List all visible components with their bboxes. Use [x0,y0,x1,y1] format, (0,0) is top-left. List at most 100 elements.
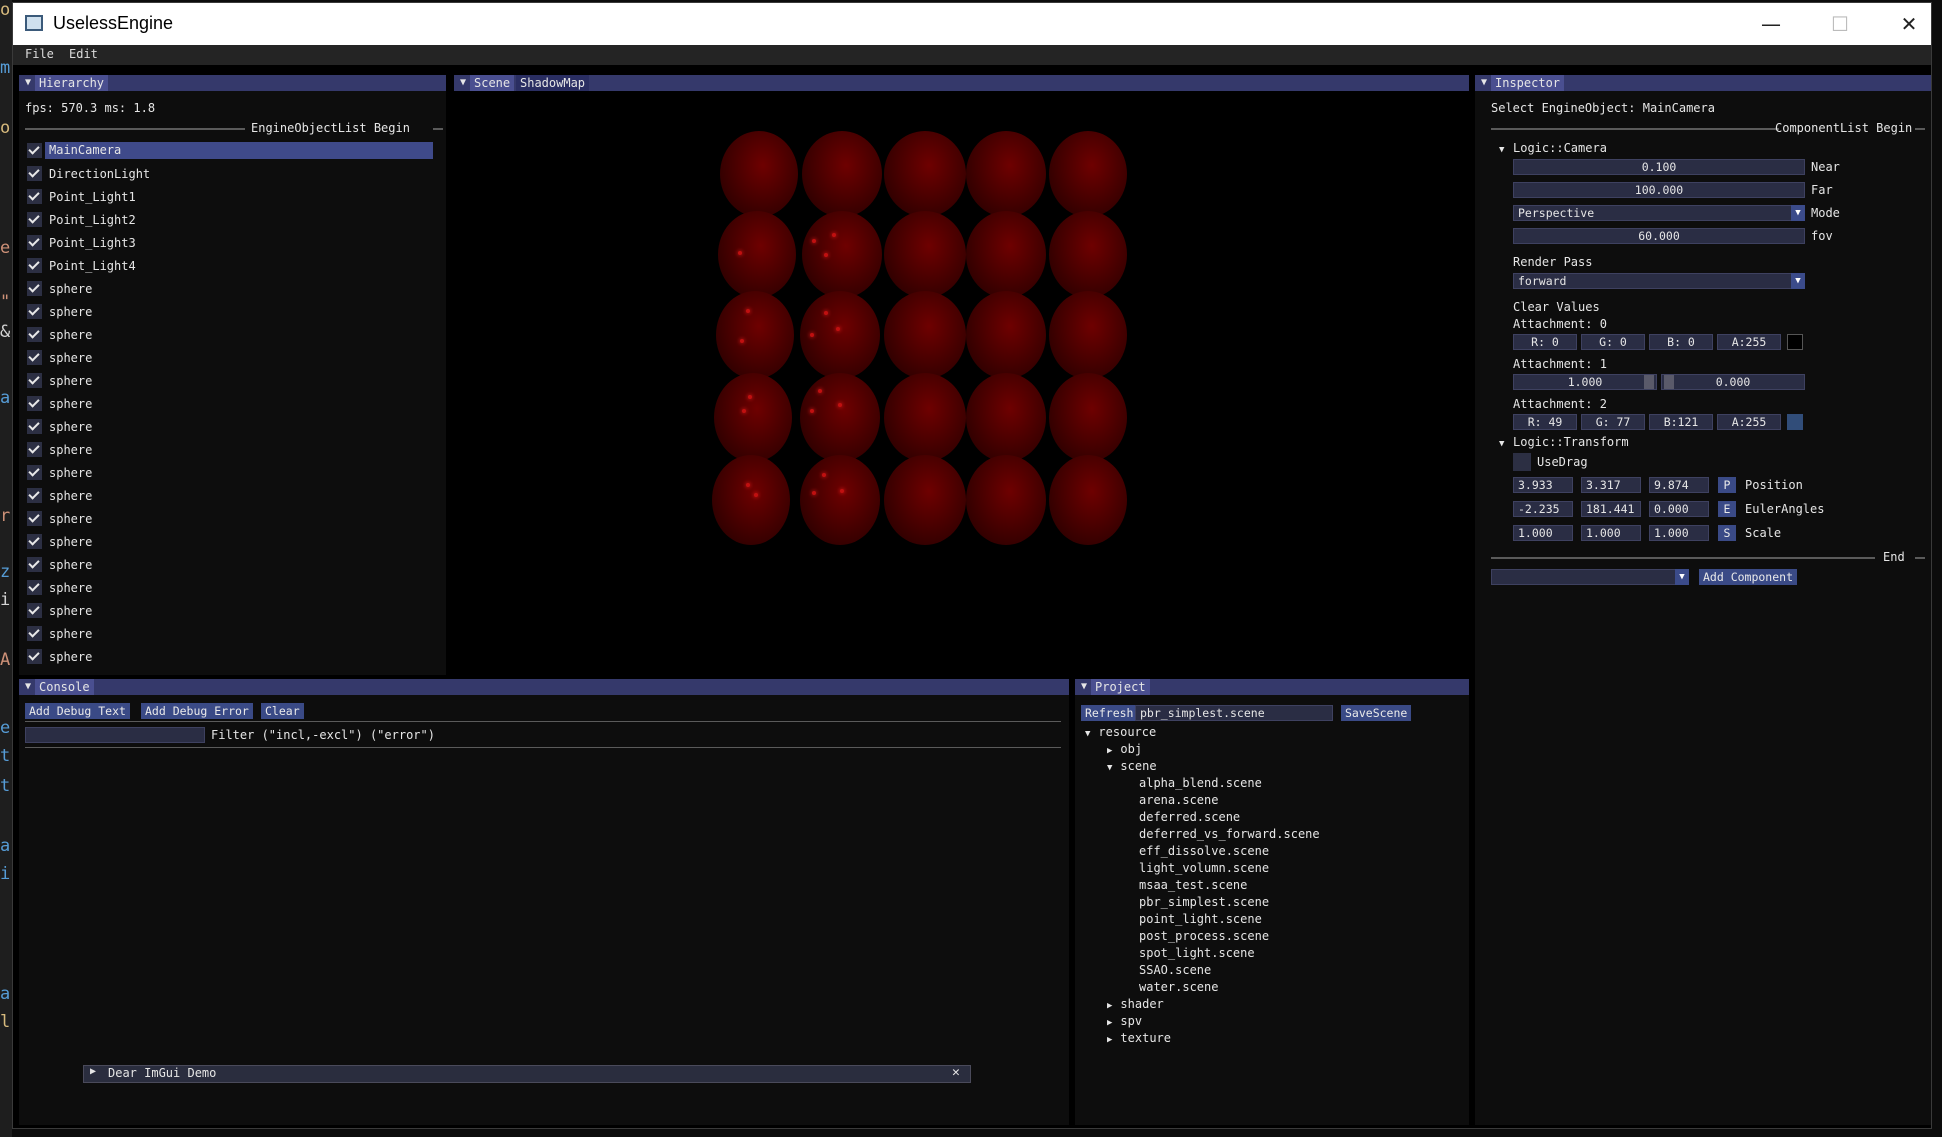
attachment-0-color-swatch[interactable] [1787,334,1803,350]
tree-folder[interactable]: ▶ shader [1107,997,1164,1011]
tree-file[interactable]: arena.scene [1139,793,1218,807]
menu-file[interactable]: File [25,47,54,61]
position-z[interactable]: 9.874 [1649,477,1709,493]
save-scene-button[interactable]: SaveScene [1341,705,1412,721]
tree-file[interactable]: msaa_test.scene [1139,878,1247,892]
transform-collapse-arrow-icon[interactable]: ▼ [1499,439,1504,449]
chevron-down-icon[interactable]: ▼ [1675,569,1689,585]
collapse-arrow-icon[interactable]: ▼ [1081,679,1087,695]
tree-file[interactable]: eff_dissolve.scene [1139,844,1269,858]
visibility-checkbox[interactable] [27,258,42,273]
position-y[interactable]: 3.317 [1581,477,1641,493]
euler-y[interactable]: 181.441 [1581,501,1641,517]
tree-file[interactable]: spot_light.scene [1139,946,1255,960]
fov-input[interactable]: 60.000 [1513,228,1805,244]
collapse-arrow-icon[interactable]: ▼ [25,679,31,695]
visibility-checkbox[interactable] [27,350,42,365]
tree-file[interactable]: water.scene [1139,980,1218,994]
slider-grab[interactable] [1664,375,1674,389]
scale-z[interactable]: 1.000 [1649,525,1709,541]
hierarchy-item[interactable]: sphere [25,348,437,368]
hierarchy-item[interactable]: sphere [25,371,437,391]
visibility-checkbox[interactable] [27,511,42,526]
collapse-arrow-icon[interactable]: ▼ [460,75,466,91]
slider-grab[interactable] [1644,375,1654,389]
hierarchy-item[interactable]: Point_Light4 [25,256,437,276]
euler-drag-button[interactable]: E [1718,501,1736,517]
hierarchy-item[interactable]: sphere [25,279,437,299]
scene-viewport[interactable] [460,93,1469,675]
scale-drag-button[interactable]: S [1718,525,1736,541]
close-icon[interactable]: ✕ [1879,3,1939,45]
visibility-checkbox[interactable] [27,557,42,572]
hierarchy-item[interactable]: DirectionLight [25,164,437,184]
scene-name-input[interactable]: pbr_simplest.scene [1135,705,1333,721]
clear-button[interactable]: Clear [261,703,304,719]
euler-z[interactable]: 0.000 [1649,501,1709,517]
chevron-down-icon[interactable]: ▼ [1791,205,1805,221]
visibility-checkbox[interactable] [27,442,42,457]
tree-folder-scene[interactable]: ▼ scene [1107,759,1157,773]
visibility-checkbox[interactable] [27,488,42,503]
maximize-icon[interactable]: ☐ [1810,3,1870,45]
chevron-down-icon[interactable]: ▼ [1107,763,1112,773]
hierarchy-item[interactable]: sphere [25,394,437,414]
add-debug-text-button[interactable]: Add Debug Text [25,703,130,719]
hierarchy-item[interactable]: Point_Light2 [25,210,437,230]
tree-file[interactable]: light_volumn.scene [1139,861,1269,875]
attachment-1-stencil[interactable]: 0.000 [1661,374,1805,390]
position-drag-button[interactable]: P [1718,477,1736,493]
visibility-checkbox[interactable] [27,580,42,595]
hierarchy-item[interactable]: Point_Light3 [25,233,437,253]
visibility-checkbox[interactable] [27,166,42,181]
attachment-0-a[interactable]: A:255 [1717,334,1781,350]
hierarchy-item[interactable]: sphere [25,532,437,552]
tree-folder-resource[interactable]: ▼ resource [1085,725,1156,739]
transform-component-header[interactable]: Logic::Transform [1513,435,1629,449]
hierarchy-item[interactable]: sphere [25,486,437,506]
scale-x[interactable]: 1.000 [1513,525,1573,541]
component-type-select[interactable] [1491,569,1689,585]
attachment-2-a[interactable]: A:255 [1717,414,1781,430]
tree-file[interactable]: point_light.scene [1139,912,1262,926]
collapse-arrow-icon[interactable]: ▼ [1481,75,1487,91]
attachment-0-r[interactable]: R: 0 [1513,334,1577,350]
hierarchy-title-bar[interactable]: ▼ Hierarchy [19,75,446,91]
euler-x[interactable]: -2.235 [1513,501,1573,517]
visibility-checkbox[interactable] [27,212,42,227]
far-input[interactable]: 100.000 [1513,182,1805,198]
visibility-checkbox[interactable] [27,465,42,480]
chevron-right-icon[interactable]: ▶ [1107,1035,1112,1045]
minimize-icon[interactable]: — [1741,3,1801,45]
inspector-title-bar[interactable]: ▼ Inspector [1475,75,1931,91]
hierarchy-item[interactable]: sphere [25,509,437,529]
tree-folder[interactable]: ▶ texture [1107,1031,1171,1045]
hierarchy-item[interactable]: sphere [25,578,437,598]
visibility-checkbox[interactable] [27,327,42,342]
hierarchy-item[interactable]: sphere [25,440,437,460]
position-x[interactable]: 3.933 [1513,477,1573,493]
render-pass-select[interactable]: forward [1513,273,1805,289]
tree-folder[interactable]: ▶ obj [1107,742,1142,756]
hierarchy-item[interactable]: sphere [25,463,437,483]
demo-window-title-bar[interactable]: ▶ Dear ImGui Demo ✕ [83,1065,971,1083]
menu-edit[interactable]: Edit [69,47,98,61]
scale-y[interactable]: 1.000 [1581,525,1641,541]
attachment-2-b[interactable]: B:121 [1649,414,1713,430]
tree-file[interactable]: SSAO.scene [1139,963,1211,977]
collapse-arrow-icon[interactable]: ▼ [25,75,31,91]
attachment-0-g[interactable]: G: 0 [1581,334,1645,350]
visibility-checkbox[interactable] [27,143,42,158]
project-title-bar[interactable]: ▼ Project [1075,679,1469,695]
attachment-1-depth[interactable]: 1.000 [1513,374,1657,390]
chevron-right-icon[interactable]: ▶ [1107,1018,1112,1028]
console-title-bar[interactable]: ▼ Console [19,679,1069,695]
visibility-checkbox[interactable] [27,396,42,411]
hierarchy-item[interactable]: Point_Light1 [25,187,437,207]
tree-folder[interactable]: ▶ spv [1107,1014,1142,1028]
hierarchy-item[interactable]: sphere [25,624,437,644]
hierarchy-item[interactable]: sphere [25,325,437,345]
refresh-button[interactable]: Refresh [1081,705,1138,721]
add-component-button[interactable]: Add Component [1699,569,1798,585]
attachment-2-r[interactable]: R: 49 [1513,414,1577,430]
